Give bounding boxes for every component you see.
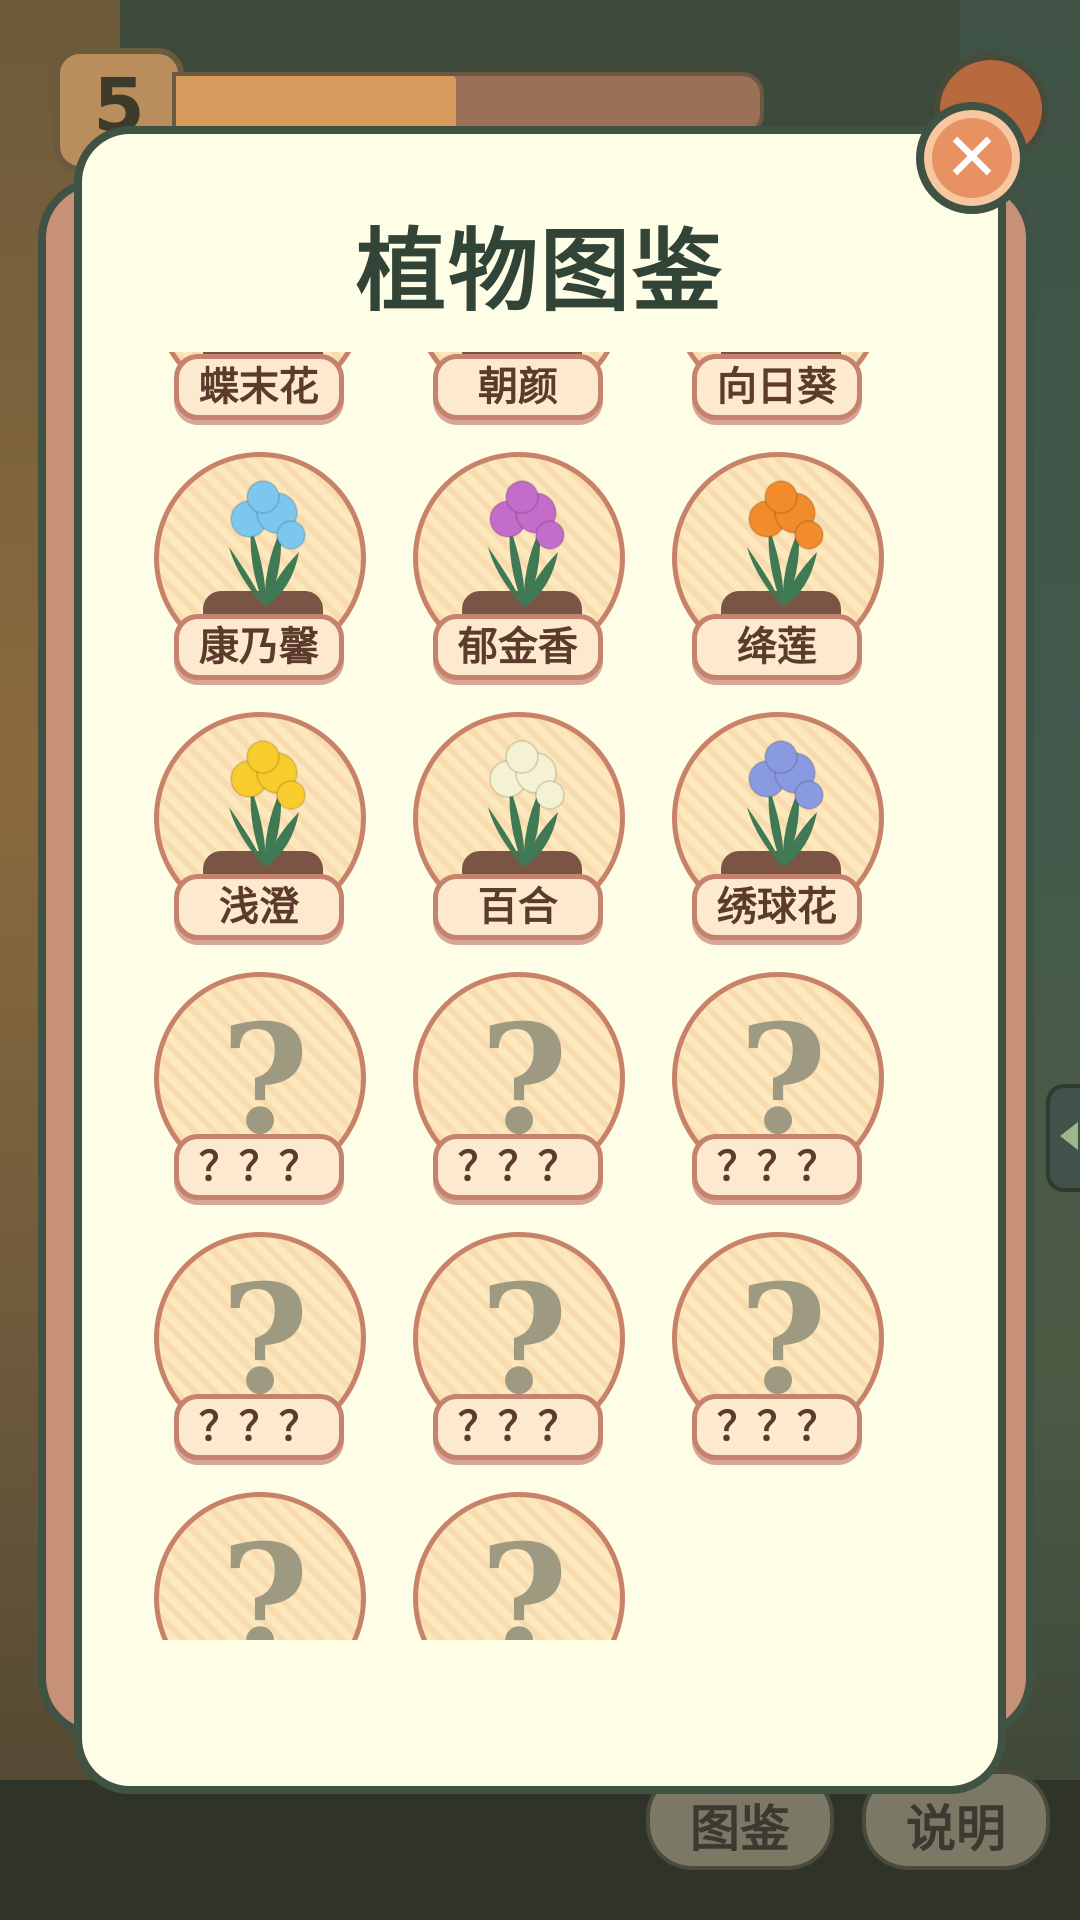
question-mark-icon: ? <box>480 1512 568 1640</box>
plant-card[interactable]: ?？？？ <box>672 972 884 1204</box>
plant-card[interactable]: 浅澄 <box>154 712 366 944</box>
level-progress-fill <box>176 76 457 132</box>
modal-title: 植物图鉴 <box>356 219 724 324</box>
plant-name-label: ？？？ <box>433 1134 603 1200</box>
locked-portrait: ? <box>413 1492 625 1640</box>
plant-card[interactable]: ?？？？ <box>154 1232 366 1464</box>
close-button[interactable]: ✕ <box>916 102 1028 214</box>
locked-portrait: ? <box>154 1492 366 1640</box>
plant-name-label: 绛莲 <box>692 614 862 680</box>
plant-card[interactable]: ?？？？ <box>413 1492 625 1640</box>
plant-card[interactable]: ?？？？ <box>154 972 366 1204</box>
plant-card[interactable]: 向日葵 <box>672 352 884 424</box>
plant-grid-scroll[interactable]: 蝶末花 朝颜 向日葵 康乃馨 郁金香 绛莲 浅澄 百合 绣球花?？？？?？？？?？？？?？？？?… <box>82 352 998 1640</box>
plant-name-label: ？？？ <box>692 1134 862 1200</box>
plant-name-label: 朝颜 <box>433 354 603 420</box>
plant-card[interactable]: 蝶末花 <box>154 352 366 424</box>
close-icon: ✕ <box>944 119 1000 196</box>
plant-name-label: ？？？ <box>692 1394 862 1460</box>
plant-card[interactable]: ?？？？ <box>413 972 625 1204</box>
plant-name-label: ？？？ <box>433 1394 603 1460</box>
plant-card[interactable]: ?？？？ <box>413 1232 625 1464</box>
plant-name-label: 蝶末花 <box>174 354 344 420</box>
plant-card[interactable]: 郁金香 <box>413 452 625 684</box>
plant-card[interactable]: ?？？？ <box>154 1492 366 1640</box>
plant-name-label: ？？？ <box>174 1134 344 1200</box>
plant-card[interactable]: 百合 <box>413 712 625 944</box>
plant-encyclopedia-modal: 植物图鉴 蝶末花 朝颜 向日葵 康乃馨 郁金香 绛莲 浅澄 百合 绣球花?？？？?？？？?？？？… <box>74 126 1006 1794</box>
plant-card[interactable]: ?？？？ <box>672 1232 884 1464</box>
arrow-left-icon <box>1060 1122 1078 1150</box>
question-mark-icon: ? <box>221 1512 309 1640</box>
plant-card[interactable]: 康乃馨 <box>154 452 366 684</box>
plant-name-label: 康乃馨 <box>174 614 344 680</box>
plant-name-label: 百合 <box>433 874 603 940</box>
side-arrow-button[interactable] <box>1046 1084 1080 1192</box>
plant-name-label: 郁金香 <box>433 614 603 680</box>
plant-card[interactable]: 绣球花 <box>672 712 884 944</box>
plant-name-label: 向日葵 <box>692 354 862 420</box>
plant-name-label: ？？？ <box>174 1394 344 1460</box>
plant-card[interactable]: 朝颜 <box>413 352 625 424</box>
plant-card[interactable]: 绛莲 <box>672 452 884 684</box>
plant-grid: 蝶末花 朝颜 向日葵 康乃馨 郁金香 绛莲 浅澄 百合 绣球花?？？？?？？？?？？？?？？？?… <box>154 352 914 1640</box>
plant-name-label: 浅澄 <box>174 874 344 940</box>
plant-name-label: 绣球花 <box>692 874 862 940</box>
